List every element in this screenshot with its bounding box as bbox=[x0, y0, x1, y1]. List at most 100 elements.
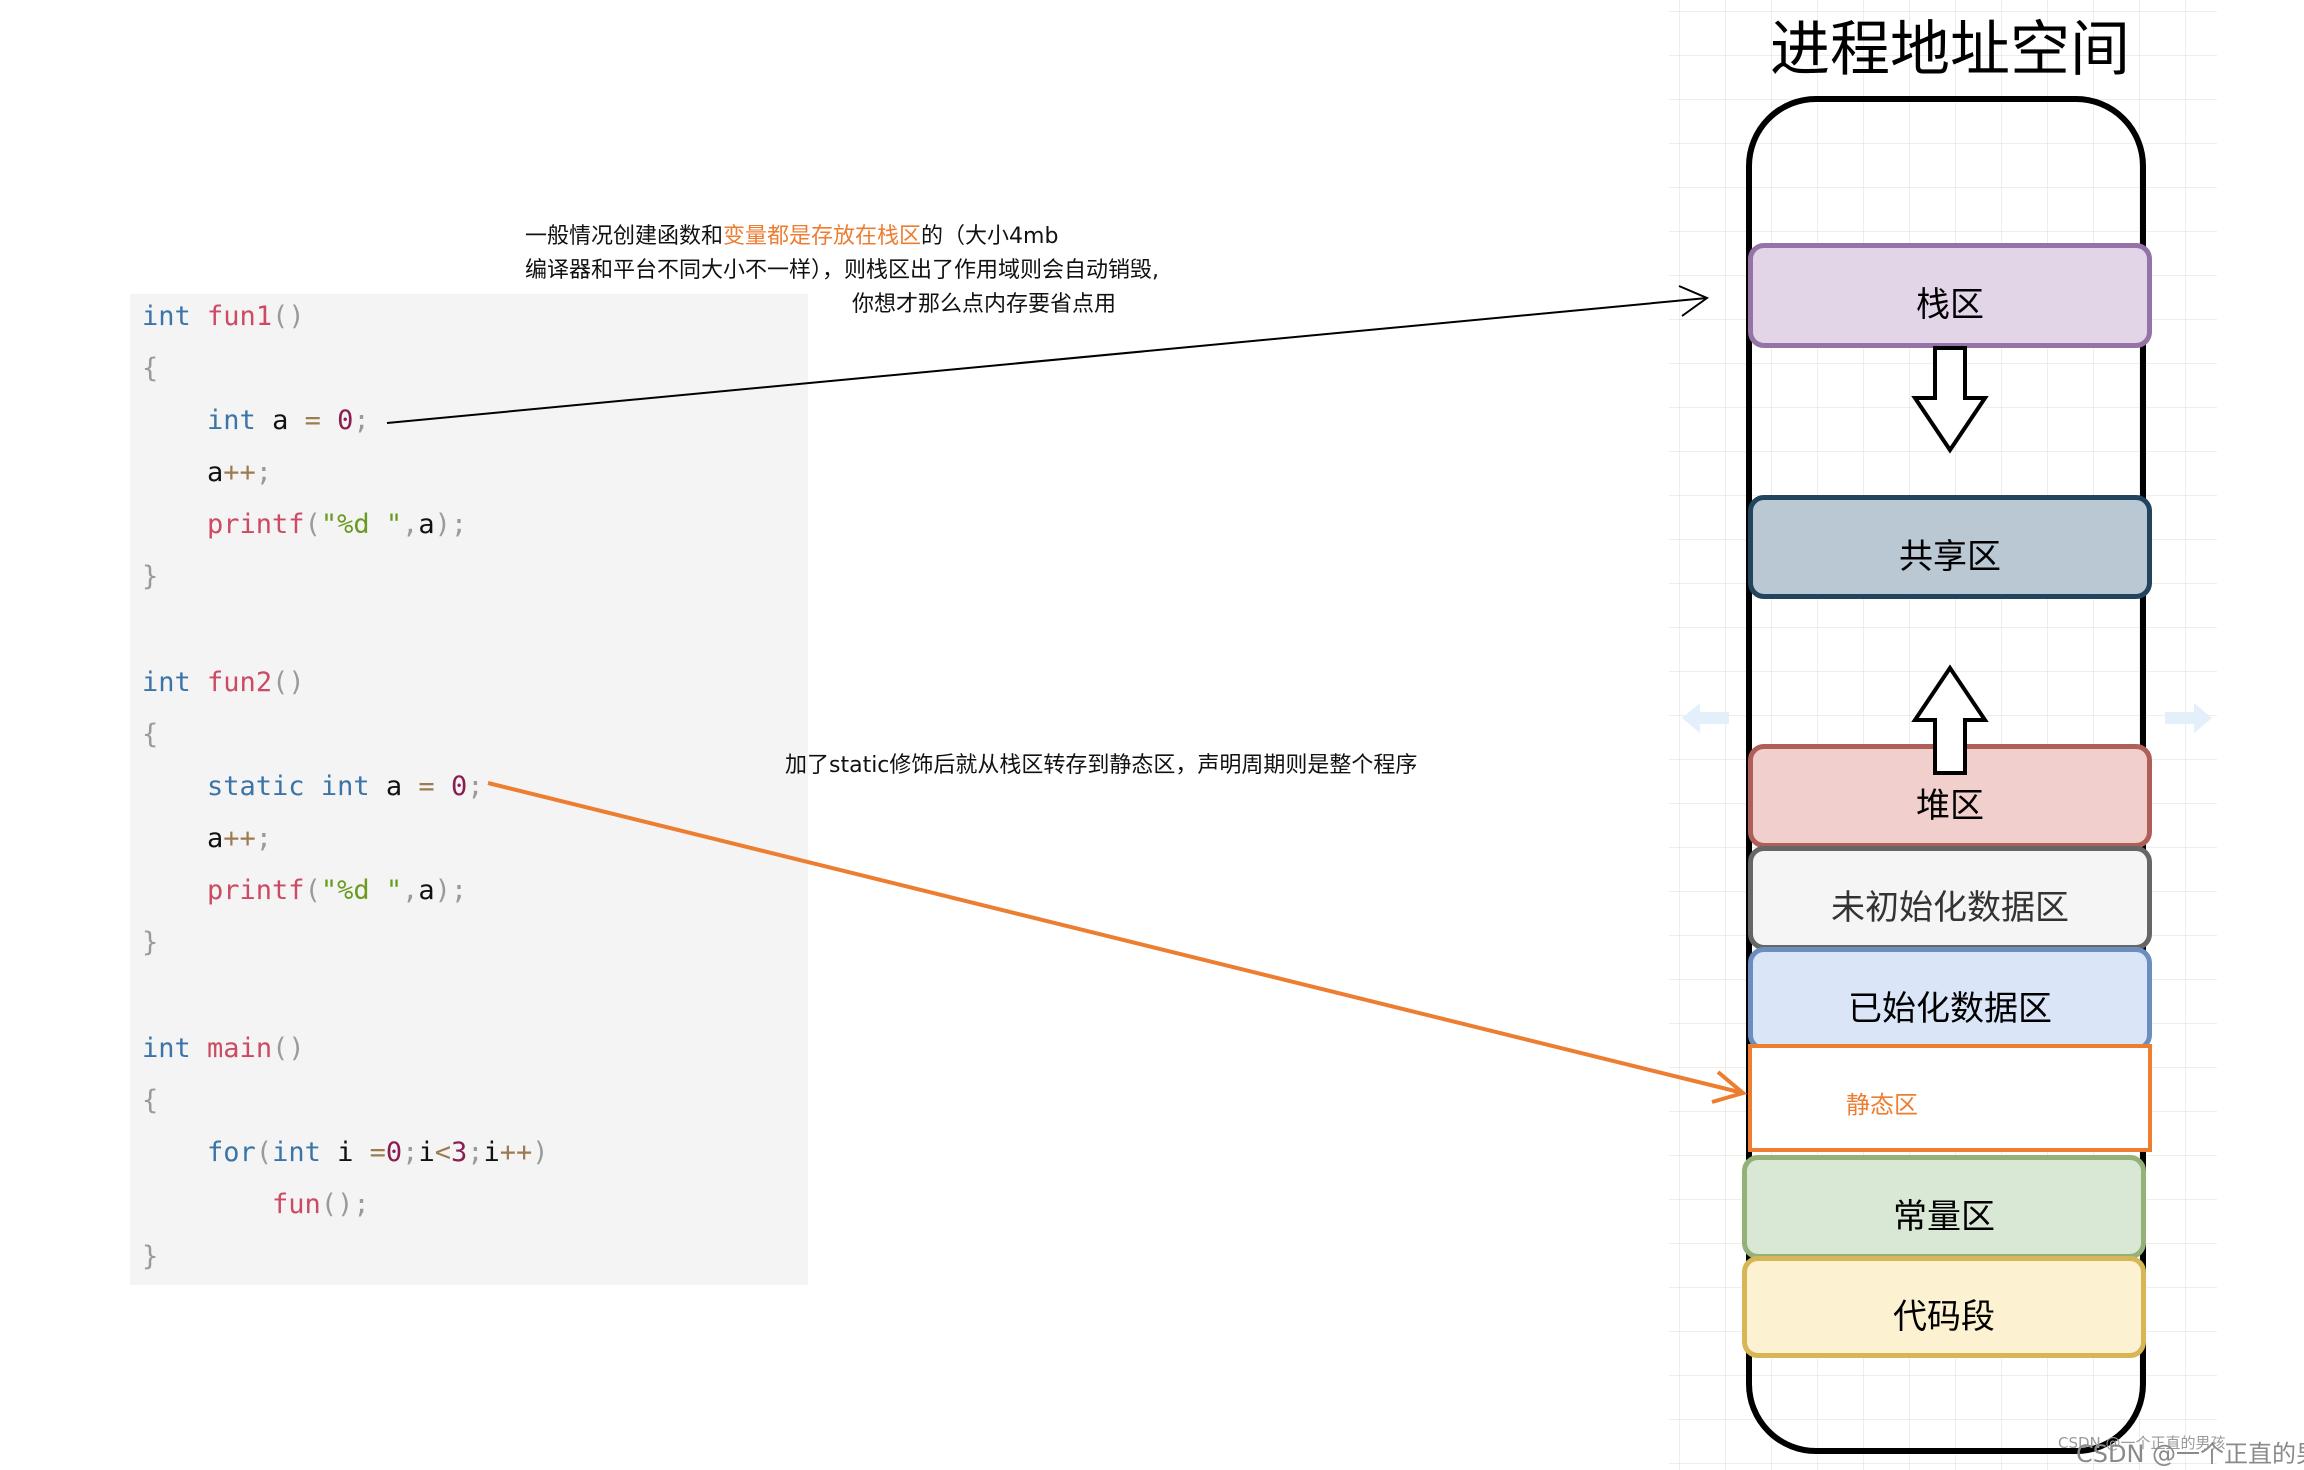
stack-note-line2: 编译器和平台不同大小不一样），则栈区出了作用域则会自动销毁, bbox=[525, 258, 1159, 283]
code-token-fn: fun1 bbox=[207, 301, 273, 332]
code-line: } bbox=[142, 557, 158, 597]
code-block: int fun1(){ int a = 0; a++; printf("%d "… bbox=[130, 294, 808, 1285]
code-line: printf("%d ",a); bbox=[142, 505, 467, 545]
code-token-op: = bbox=[304, 405, 321, 436]
code-token-pn: ) bbox=[532, 1137, 549, 1168]
stack-note-highlight: 变量都是存放在栈区 bbox=[723, 224, 922, 249]
code-token-op: = bbox=[418, 771, 435, 802]
code-token-id bbox=[191, 667, 207, 698]
code-token-fn: fun bbox=[272, 1189, 321, 1220]
code-token-kw: int bbox=[142, 667, 191, 698]
code-token-str: "%d " bbox=[320, 875, 403, 906]
code-token-op: ++ bbox=[499, 1137, 533, 1168]
segment-static-label: 静态区 bbox=[1846, 1090, 1918, 1119]
code-line: { bbox=[142, 715, 158, 755]
code-token-pn: () bbox=[272, 1033, 305, 1064]
code-token-num: 0 bbox=[385, 1137, 403, 1168]
static-note: 加了static修饰后就从栈区转存到静态区，声明周期则是整个程序 bbox=[785, 753, 1418, 778]
code-token-num: 0 bbox=[450, 771, 468, 802]
stack-note-prefix: 一般情况创建函数和 bbox=[525, 224, 724, 249]
code-line: { bbox=[142, 1081, 158, 1121]
segment-code[interactable]: 代码段 bbox=[1742, 1256, 2146, 1358]
code-token-kw: int bbox=[207, 405, 256, 436]
code-line: int main() bbox=[142, 1029, 305, 1069]
code-token-id bbox=[142, 1189, 272, 1220]
code-token-op: ++ bbox=[223, 457, 256, 488]
code-line: static int a = 0; bbox=[142, 767, 483, 807]
stack-note-line1: 一般情况创建函数和变量都是存放在栈区的（大小4mb bbox=[525, 222, 1058, 252]
code-token-pn: ; bbox=[255, 457, 273, 488]
code-token-id bbox=[305, 771, 321, 802]
code-line: printf("%d ",a); bbox=[142, 871, 467, 911]
code-token-id: i bbox=[483, 1137, 500, 1168]
code-token-kw: for bbox=[207, 1137, 256, 1168]
code-token-kw: int bbox=[142, 1033, 191, 1064]
code-token-fn: fun2 bbox=[207, 667, 273, 698]
code-token-id bbox=[142, 875, 207, 906]
code-token-pn: ; bbox=[467, 771, 484, 802]
code-line: } bbox=[142, 1237, 158, 1277]
code-token-id: a bbox=[142, 457, 224, 488]
code-token-id: a bbox=[369, 771, 419, 802]
stack-note-suffix: 的（大小4mb bbox=[921, 224, 1059, 249]
segment-heap[interactable]: 堆区 bbox=[1748, 744, 2152, 848]
code-token-id bbox=[191, 1033, 207, 1064]
code-token-id: a bbox=[418, 875, 435, 906]
code-token-fn: main bbox=[207, 1033, 273, 1064]
segment-initialized-data-label: 已始化数据区 bbox=[1848, 988, 2052, 1029]
diagram-title: 进程地址空间 bbox=[1770, 15, 2130, 85]
code-token-op: < bbox=[434, 1137, 451, 1168]
code-token-fn: printf bbox=[207, 875, 305, 906]
segment-heap-label: 堆区 bbox=[1916, 785, 1984, 826]
code-token-pn: , bbox=[402, 509, 419, 540]
code-token-id bbox=[191, 301, 207, 332]
code-token-pn: ( bbox=[304, 875, 321, 906]
watermark-large: CSDN @一个正直的男孩 bbox=[2076, 1440, 2304, 1468]
code-token-id bbox=[142, 771, 207, 802]
code-token-pn: () bbox=[272, 301, 305, 332]
code-line: int a = 0; bbox=[142, 401, 370, 441]
code-line: a++; bbox=[142, 453, 272, 493]
segment-uninitialized-data-label: 未初始化数据区 bbox=[1831, 887, 2069, 928]
code-token-pn: ( bbox=[304, 509, 321, 540]
code-token-id: a bbox=[255, 405, 305, 436]
segment-stack[interactable]: 栈区 bbox=[1748, 243, 2152, 348]
code-token-id bbox=[142, 1137, 207, 1168]
code-line: { bbox=[142, 349, 158, 389]
code-token-pn: } bbox=[142, 927, 159, 958]
code-token-pn: ( bbox=[255, 1137, 273, 1168]
code-token-pn: } bbox=[142, 561, 159, 592]
code-token-kw: int bbox=[272, 1137, 321, 1168]
code-line: int fun1() bbox=[142, 297, 305, 337]
code-token-op: ++ bbox=[223, 823, 256, 854]
code-token-num: 3 bbox=[450, 1137, 468, 1168]
code-token-id bbox=[142, 509, 207, 540]
code-line: fun(); bbox=[142, 1185, 370, 1225]
code-line: int fun2() bbox=[142, 663, 305, 703]
code-token-pn: , bbox=[402, 875, 419, 906]
code-token-pn: ; bbox=[353, 405, 370, 436]
code-token-pn: { bbox=[142, 1085, 159, 1116]
code-token-op: = bbox=[369, 1137, 386, 1168]
code-token-pn: (); bbox=[320, 1189, 370, 1220]
code-token-id: i bbox=[320, 1137, 370, 1168]
code-token-kw: int bbox=[320, 771, 370, 802]
code-token-pn: ; bbox=[467, 1137, 484, 1168]
segment-constant[interactable]: 常量区 bbox=[1742, 1155, 2146, 1259]
segment-shared[interactable]: 共享区 bbox=[1748, 495, 2152, 599]
segment-stack-label: 栈区 bbox=[1916, 285, 1984, 325]
segment-constant-label: 常量区 bbox=[1893, 1196, 1995, 1237]
segment-static[interactable]: 静态区 bbox=[1748, 1044, 2152, 1152]
segment-initialized-data[interactable]: 已始化数据区 bbox=[1748, 947, 2152, 1051]
code-token-pn: ); bbox=[434, 509, 468, 540]
code-token-id bbox=[142, 405, 207, 436]
code-token-pn: () bbox=[272, 667, 305, 698]
code-token-kw: static bbox=[207, 771, 305, 802]
code-line: } bbox=[142, 923, 158, 963]
segment-code-label: 代码段 bbox=[1893, 1296, 1995, 1337]
code-token-str: "%d " bbox=[320, 509, 403, 540]
stack-note-line3: 你想才那么点内存要省点用 bbox=[852, 292, 1117, 317]
code-token-num: 0 bbox=[337, 405, 354, 436]
code-token-id: a bbox=[418, 509, 435, 540]
segment-uninitialized-data[interactable]: 未初始化数据区 bbox=[1748, 846, 2152, 950]
